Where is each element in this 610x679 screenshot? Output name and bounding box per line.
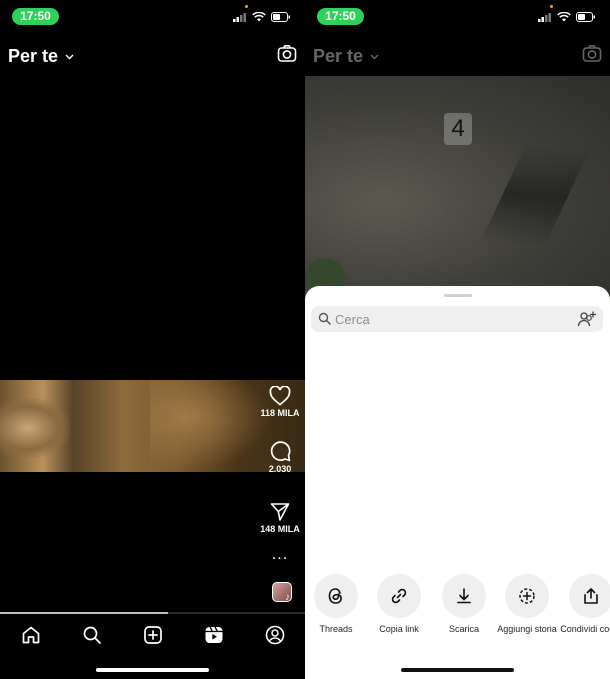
feed-selector[interactable]: Per te — [8, 46, 74, 67]
more-icon: ... — [271, 546, 289, 563]
share-threads[interactable]: Threads — [305, 574, 367, 634]
status-bar: 17:50 — [305, 0, 610, 32]
wifi-icon — [252, 12, 266, 22]
share-threads-label: Threads — [319, 624, 353, 634]
cellular-signal-icon — [538, 13, 551, 22]
share-with-label: Condividi con... — [560, 624, 610, 634]
comment-icon — [270, 441, 291, 462]
top-bar: Per te — [305, 40, 610, 72]
nav-profile[interactable] — [265, 625, 285, 645]
home-icon — [22, 626, 39, 644]
feed-title: Per te — [313, 46, 364, 66]
share-sheet: Threads Copia link Scarica Aggiungi stor… — [305, 286, 610, 679]
heart-icon — [269, 386, 291, 406]
link-icon — [391, 588, 407, 604]
profile-icon — [265, 625, 284, 645]
search-icon — [83, 626, 101, 644]
bottom-navigation — [0, 620, 305, 650]
share-copy-link-label: Copia link — [379, 624, 419, 634]
add-story-icon — [519, 588, 535, 604]
search-icon — [318, 312, 331, 325]
cellular-signal-icon — [233, 13, 246, 22]
battery-icon — [576, 12, 595, 22]
privacy-indicator — [245, 5, 248, 8]
status-icons — [538, 12, 596, 22]
top-bar: Per te — [0, 40, 305, 72]
comment-action[interactable]: 2.030 — [255, 440, 305, 474]
nav-home[interactable] — [21, 625, 41, 645]
chevron-down-icon — [65, 54, 74, 60]
nav-search[interactable] — [82, 625, 102, 645]
camera-button[interactable] — [582, 44, 602, 69]
share-copy-link[interactable]: Copia link — [368, 574, 430, 634]
camera-icon — [277, 45, 297, 62]
share-add-story-circle — [505, 574, 549, 618]
share-with[interactable]: Condividi con... — [560, 574, 610, 634]
chevron-down-icon — [370, 54, 379, 60]
status-icons — [233, 12, 291, 22]
share-download-label: Scarica — [448, 624, 479, 634]
home-indicator — [96, 668, 209, 672]
camera-icon — [582, 45, 602, 62]
share-options: Threads Copia link Scarica Aggiungi stor… — [305, 574, 610, 654]
share-threads-circle — [314, 574, 358, 618]
share-icon — [584, 588, 598, 604]
create-icon — [143, 626, 162, 644]
share-add-story-label: Aggiungi storia — [497, 624, 557, 634]
video-progress[interactable] — [0, 612, 305, 614]
feed-title: Per te — [8, 46, 59, 66]
more-options-button[interactable]: ... — [255, 546, 305, 563]
privacy-indicator — [550, 5, 553, 8]
likes-count: 118 MILA — [260, 408, 300, 418]
share-action[interactable]: 148 MILA — [255, 502, 305, 534]
threads-icon — [328, 588, 342, 604]
wifi-icon — [557, 12, 571, 22]
like-action[interactable]: 118 MILA — [255, 386, 305, 418]
share-with-circle — [569, 574, 610, 618]
home-indicator — [401, 668, 514, 672]
share-sheet-screen: 17:50 Per te 4 Cerca Threads Copia link … — [305, 0, 610, 679]
reels-feed-screen: 17:50 Per te 118 MILA 2.030 148 MILA ...… — [0, 0, 305, 679]
comments-count: 2.030 — [268, 464, 292, 474]
share-download-circle — [442, 574, 486, 618]
share-add-story[interactable]: Aggiungi storia — [496, 574, 558, 634]
share-copy-link-circle — [377, 574, 421, 618]
status-time: 17:50 — [317, 8, 364, 25]
share-download[interactable]: Scarica — [433, 574, 495, 634]
download-icon — [457, 588, 471, 604]
dimmed-video-background — [305, 76, 610, 306]
feed-selector[interactable]: Per te — [313, 46, 379, 67]
shares-count: 148 MILA — [260, 524, 300, 534]
battery-icon — [271, 12, 290, 22]
video-progress-fill — [0, 612, 168, 614]
overlay-counter: 4 — [444, 113, 472, 145]
status-time: 17:50 — [12, 8, 59, 25]
nav-create[interactable] — [143, 625, 163, 645]
music-note-icon: ♪ — [285, 592, 290, 603]
camera-button[interactable] — [277, 44, 297, 69]
add-people-icon[interactable] — [577, 309, 597, 329]
search-input[interactable] — [335, 309, 555, 329]
send-icon — [270, 503, 290, 521]
nav-reels[interactable] — [204, 625, 224, 645]
reels-icon — [205, 626, 222, 643]
sheet-grabber[interactable] — [444, 294, 472, 297]
search-box — [311, 306, 603, 332]
status-bar: 17:50 — [0, 0, 305, 32]
